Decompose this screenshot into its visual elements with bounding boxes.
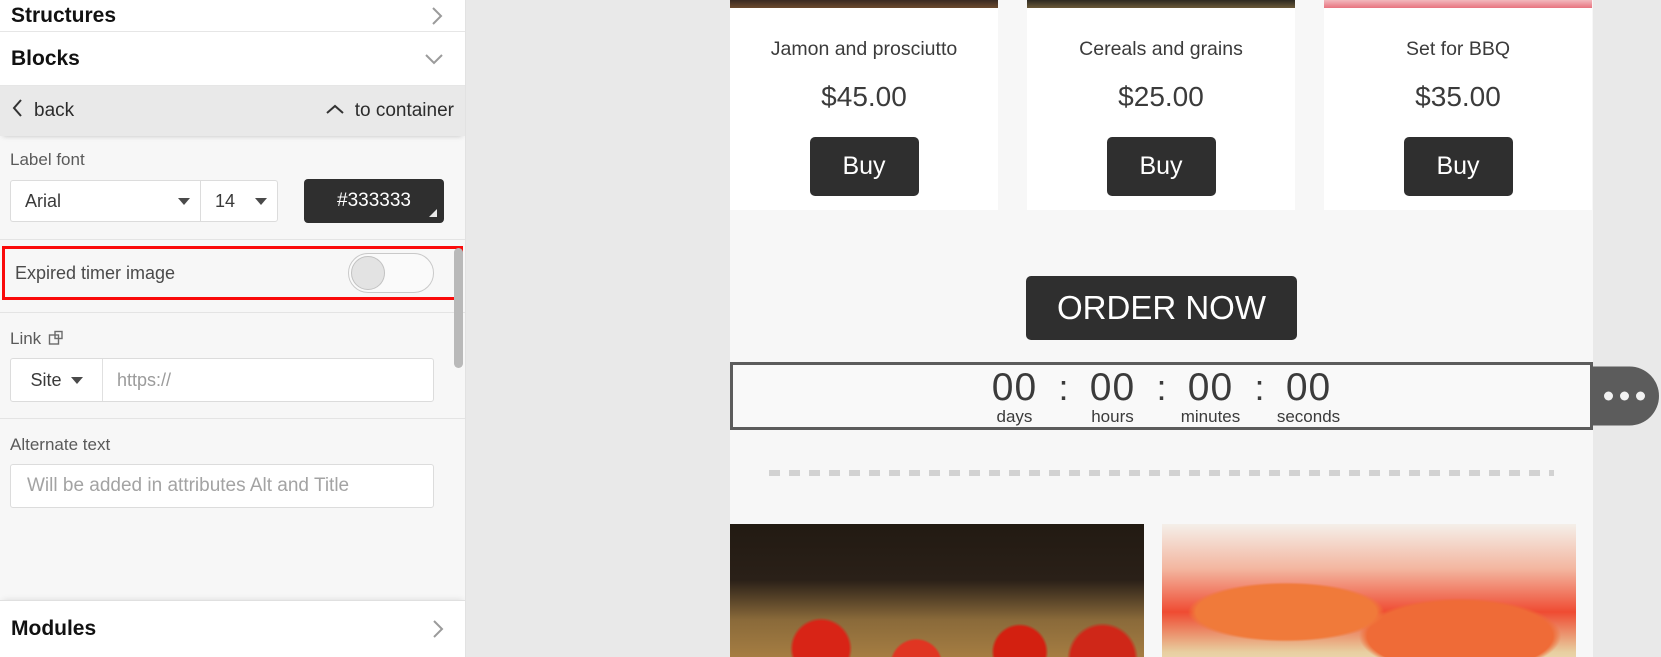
dot-icon bbox=[1636, 391, 1645, 401]
buy-button[interactable]: Buy bbox=[809, 137, 919, 196]
product-image bbox=[1027, 0, 1295, 8]
chevron-down-icon bbox=[255, 197, 267, 205]
order-now-wrap: ORDER NOW bbox=[730, 276, 1593, 340]
link-label-row: Link bbox=[10, 329, 455, 349]
link-label: Link bbox=[10, 329, 42, 348]
back-label: back bbox=[34, 100, 75, 121]
email-page: Jamon and prosciutto $45.00 Buy Cereals … bbox=[730, 0, 1659, 657]
buy-button[interactable]: Buy bbox=[1106, 137, 1216, 196]
product-title: Jamon and prosciutto bbox=[770, 38, 958, 60]
toggle-knob bbox=[351, 256, 385, 290]
font-family-select[interactable]: Arial bbox=[10, 180, 200, 222]
timer-hours-label: hours bbox=[1091, 407, 1134, 427]
product-image bbox=[1324, 0, 1592, 8]
image-gallery bbox=[730, 524, 1593, 657]
timer-unit-hours: 00 hours bbox=[1070, 366, 1154, 427]
expired-timer-image-label: Expired timer image bbox=[15, 262, 176, 283]
product-image bbox=[730, 0, 998, 8]
sidebar-section-blocks-label: Blocks bbox=[11, 46, 80, 70]
chevron-down-icon bbox=[178, 197, 190, 205]
expired-timer-image-row[interactable]: Expired timer image bbox=[2, 246, 463, 300]
dot-icon bbox=[1604, 391, 1613, 401]
chevron-right-icon[interactable] bbox=[429, 5, 445, 27]
chevron-right-icon[interactable] bbox=[430, 618, 446, 640]
product-card-row: Jamon and prosciutto $45.00 Buy Cereals … bbox=[730, 0, 1593, 210]
link-type-value: Site bbox=[30, 369, 62, 390]
editor-app: Structures Blocks back to container Labe… bbox=[0, 0, 1661, 657]
order-now-button[interactable]: ORDER NOW bbox=[1026, 276, 1297, 340]
timer-separator: : bbox=[1254, 367, 1265, 408]
timer-days-label: days bbox=[996, 407, 1033, 427]
to-container-label: to container bbox=[354, 100, 454, 121]
label-font-controls: Arial 14 #333333 bbox=[10, 179, 455, 223]
product-card[interactable]: Set for BBQ $35.00 Buy bbox=[1324, 0, 1592, 210]
timer-separator: : bbox=[1058, 367, 1069, 408]
product-price: $25.00 bbox=[1118, 81, 1204, 112]
product-price: $35.00 bbox=[1415, 81, 1501, 112]
gallery-image-canapes[interactable] bbox=[730, 524, 1144, 657]
product-title: Set for BBQ bbox=[1405, 38, 1511, 60]
product-price: $45.00 bbox=[821, 81, 907, 112]
label-font-label: Label font bbox=[10, 150, 85, 169]
link-type-select[interactable]: Site bbox=[11, 359, 103, 401]
font-color-value: #333333 bbox=[337, 190, 411, 211]
chevron-down-icon[interactable] bbox=[423, 51, 445, 67]
sidebar-section-structures-label: Structures bbox=[11, 3, 117, 27]
font-size-select[interactable]: 14 bbox=[200, 180, 278, 222]
timer-minutes-value: 00 bbox=[1187, 366, 1234, 409]
timer-minutes-label: minutes bbox=[1180, 407, 1241, 427]
timer-seconds-label: seconds bbox=[1276, 407, 1341, 427]
duplicate-icon[interactable] bbox=[48, 330, 66, 348]
product-card[interactable]: Jamon and prosciutto $45.00 Buy bbox=[730, 0, 998, 210]
more-options-button[interactable] bbox=[1590, 366, 1659, 426]
chevron-down-icon bbox=[70, 376, 83, 384]
settings-panel: Label font Arial 14 #333333 Expired time… bbox=[0, 136, 465, 601]
timer-hours-value: 00 bbox=[1089, 366, 1136, 409]
alternate-text-label: Alternate text bbox=[10, 435, 111, 454]
font-color-picker[interactable]: #333333 bbox=[304, 179, 444, 223]
sidebar-section-structures[interactable]: Structures bbox=[0, 0, 465, 32]
dashed-divider bbox=[769, 470, 1554, 476]
gallery-image-salmon-rolls[interactable] bbox=[1162, 524, 1576, 657]
timer-unit-days: 00 days bbox=[972, 366, 1056, 427]
expired-timer-image-toggle[interactable] bbox=[348, 253, 434, 293]
email-canvas: Jamon and prosciutto $45.00 Buy Cereals … bbox=[466, 0, 1661, 657]
link-url-input[interactable]: https:// bbox=[103, 359, 433, 401]
sidebar-section-modules-label: Modules bbox=[11, 617, 97, 640]
settings-sidebar: Structures Blocks back to container Labe… bbox=[0, 0, 466, 657]
countdown-timer: 00 days : 00 hours : 00 minutes : 00 sec… bbox=[972, 365, 1350, 427]
alternate-text-group: Alternate text Will be added in attribut… bbox=[0, 419, 465, 524]
chevron-left-icon bbox=[11, 98, 24, 124]
link-input-combo: Site https:// bbox=[10, 358, 434, 402]
chevron-up-icon bbox=[325, 100, 345, 122]
label-font-group: Label font Arial 14 #333333 bbox=[0, 136, 465, 240]
timer-unit-seconds: 00 seconds bbox=[1267, 366, 1351, 427]
breadcrumb-bar: back to container bbox=[0, 86, 465, 136]
dot-icon bbox=[1620, 391, 1629, 401]
expired-timer-image-group: Expired timer image bbox=[0, 240, 465, 313]
timer-unit-minutes: 00 minutes bbox=[1169, 366, 1253, 427]
sidebar-section-blocks[interactable]: Blocks bbox=[0, 32, 465, 86]
back-button[interactable]: back bbox=[11, 98, 74, 124]
product-card[interactable]: Cereals and grains $25.00 Buy bbox=[1027, 0, 1295, 210]
link-group: Link Site https:// bbox=[0, 313, 465, 419]
to-container-button[interactable]: to container bbox=[325, 100, 454, 122]
sidebar-scrollbar-thumb[interactable] bbox=[454, 248, 463, 368]
alternate-text-input[interactable]: Will be added in attributes Alt and Titl… bbox=[10, 464, 434, 508]
countdown-timer-block[interactable]: 00 days : 00 hours : 00 minutes : 00 sec… bbox=[730, 362, 1659, 430]
color-picker-corner-icon bbox=[429, 209, 437, 217]
font-family-value: Arial bbox=[25, 190, 62, 211]
product-title: Cereals and grains bbox=[1079, 38, 1243, 60]
timer-seconds-value: 00 bbox=[1285, 366, 1332, 409]
font-size-value: 14 bbox=[215, 190, 236, 211]
divider bbox=[0, 312, 465, 313]
buy-button[interactable]: Buy bbox=[1403, 137, 1513, 196]
timer-days-value: 00 bbox=[991, 366, 1038, 409]
timer-separator: : bbox=[1156, 367, 1167, 408]
sidebar-section-modules[interactable]: Modules bbox=[0, 600, 465, 657]
